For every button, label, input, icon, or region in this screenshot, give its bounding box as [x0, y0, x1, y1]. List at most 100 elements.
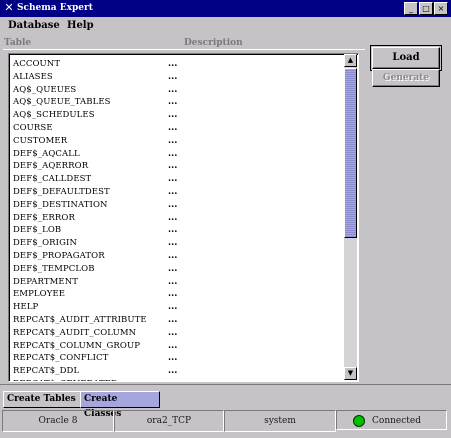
table-name: DEF$_DESTINATION: [13, 199, 108, 210]
table-description: ...: [168, 302, 178, 313]
table-row[interactable]: AQ$_QUEUES...: [9, 84, 343, 97]
table-description: ...: [168, 71, 178, 82]
minimize-button[interactable]: _: [404, 2, 418, 15]
table-row[interactable]: DEF$_PROPAGATOR...: [9, 250, 343, 263]
table-description: ...: [168, 353, 178, 364]
table-description: ...: [168, 263, 178, 274]
table-row[interactable]: HELP...: [9, 301, 343, 314]
table-name: DEF$_CALLDEST: [13, 174, 92, 185]
table-description: ...: [168, 161, 178, 172]
table-name: REPCAT$_AUDIT_ATTRIBUTE: [13, 314, 147, 325]
header-divider: [3, 49, 365, 50]
table-name: CUSTOMER: [13, 135, 68, 146]
table-name: AQ$_QUEUE_TABLES: [13, 97, 111, 108]
load-button[interactable]: Load: [370, 45, 442, 71]
table-row[interactable]: REPCAT$_AUDIT_ATTRIBUTE...: [9, 314, 343, 327]
table-row[interactable]: EMPLOYEE...: [9, 288, 343, 301]
table-description: ...: [168, 59, 178, 69]
table-description: ...: [168, 97, 178, 108]
table-row[interactable]: DEF$_DEFAULTDEST...: [9, 186, 343, 199]
table-row[interactable]: DEPARTMENT...: [9, 276, 343, 289]
table-row[interactable]: AQ$_QUEUE_TABLES...: [9, 96, 343, 109]
table-row[interactable]: REPCAT$_CONFLICT...: [9, 352, 343, 365]
table-row[interactable]: REPCAT$_AUDIT_COLUMN...: [9, 327, 343, 340]
table-description: ...: [168, 199, 178, 210]
table-name: DEF$_AQERROR: [13, 161, 89, 172]
table-name: DEF$_LOB: [13, 225, 62, 236]
table-description: ...: [168, 314, 178, 325]
window-title: Schema Expert: [17, 3, 93, 13]
column-header-table[interactable]: Table: [4, 37, 31, 49]
table-name: REPCAT$_GENERATED: [13, 378, 118, 381]
table-description: ...: [168, 340, 178, 351]
table-name: AQ$_SCHEDULES: [13, 110, 95, 121]
title-bar[interactable]: ✕ Schema Expert _ □ ×: [0, 0, 451, 17]
table-description: ...: [168, 238, 178, 249]
table-row[interactable]: DEF$_AQERROR...: [9, 160, 343, 173]
table-row[interactable]: DEF$_AQCALL...: [9, 148, 343, 161]
tab-create-tables[interactable]: Create Tables: [3, 391, 81, 408]
table-row[interactable]: CUSTOMER...: [9, 135, 343, 148]
table-row[interactable]: DEF$_TEMPCLOB...: [9, 263, 343, 276]
table-description: ...: [168, 174, 178, 185]
table-list-rows: ACCOUNT... ALIASES... AQ$_QUEUES... AQ$_QUE…: [9, 58, 343, 381]
maximize-button[interactable]: □: [419, 2, 433, 15]
table-row[interactable]: COURSE...: [9, 122, 343, 135]
table-name: DEF$_DEFAULTDEST: [13, 186, 110, 197]
close-button[interactable]: ×: [434, 2, 448, 15]
table-description: ...: [168, 250, 178, 261]
x-logo-icon: ✕: [4, 1, 14, 14]
table-name: REPCAT$_CONFLICT: [13, 353, 109, 364]
table-row[interactable]: REPCAT$_GENERATED: [9, 378, 343, 381]
menu-database[interactable]: Database: [8, 19, 60, 33]
table-row[interactable]: ALIASES...: [9, 71, 343, 84]
scroll-up-arrow-icon[interactable]: ▲: [344, 54, 357, 67]
table-row[interactable]: AQ$_SCHEDULES...: [9, 109, 343, 122]
scroll-down-arrow-icon[interactable]: ▼: [344, 367, 357, 380]
status-database: Oracle 8: [2, 410, 114, 432]
table-name: AQ$_QUEUES: [13, 84, 77, 95]
status-user: system: [224, 410, 336, 432]
column-header-description[interactable]: Description: [184, 37, 243, 49]
table-name: HELP: [13, 302, 39, 313]
status-bar: Oracle 8 ora2_TCP system Connected: [2, 410, 449, 434]
table-description: ...: [168, 122, 178, 133]
table-name: DEF$_ERROR: [13, 212, 75, 223]
table-description: ...: [168, 135, 178, 146]
table-row[interactable]: DEF$_DESTINATION...: [9, 199, 343, 212]
table-description: ...: [168, 148, 178, 159]
connection-label: Connected: [372, 416, 421, 426]
table-name: COURSE: [13, 122, 53, 133]
table-name: DEF$_ORIGIN: [13, 238, 77, 249]
menu-help[interactable]: Help: [67, 19, 94, 33]
scrollbar-thumb[interactable]: [344, 68, 357, 238]
table-name: DEPARTMENT: [13, 276, 79, 287]
status-service: ora2_TCP: [114, 410, 224, 432]
tab-separator: [0, 384, 451, 385]
table-description: ...: [168, 84, 178, 95]
table-list[interactable]: ACCOUNT... ALIASES... AQ$_QUEUES... AQ$_QUE…: [8, 53, 359, 382]
connection-indicator-icon: [353, 415, 365, 427]
table-row[interactable]: DEF$_ORIGIN...: [9, 237, 343, 250]
table-row[interactable]: ACCOUNT...: [9, 58, 343, 71]
table-name: DEF$_AQCALL: [13, 148, 80, 159]
table-description: ...: [168, 186, 178, 197]
table-name: DEF$_PROPAGATOR: [13, 250, 105, 261]
table-description: ...: [168, 212, 178, 223]
table-name: REPCAT$_DDL: [13, 366, 80, 377]
table-name: ACCOUNT: [13, 59, 61, 69]
table-row[interactable]: REPCAT$_COLUMN_GROUP...: [9, 340, 343, 353]
table-description: ...: [168, 327, 178, 338]
table-row[interactable]: DEF$_CALLDEST...: [9, 173, 343, 186]
generate-button[interactable]: Generate: [372, 69, 440, 87]
tab-create-classes[interactable]: Create Classes: [80, 391, 160, 419]
table-description: ...: [168, 225, 178, 236]
table-name: REPCAT$_AUDIT_COLUMN: [13, 327, 137, 338]
vertical-scrollbar[interactable]: ▲ ▼: [344, 54, 357, 380]
table-name: REPCAT$_COLUMN_GROUP: [13, 340, 141, 351]
table-name: ALIASES: [13, 71, 53, 82]
table-row[interactable]: DEF$_ERROR...: [9, 212, 343, 225]
table-name: EMPLOYEE: [13, 289, 66, 300]
table-row[interactable]: DEF$_LOB...: [9, 224, 343, 237]
table-row[interactable]: REPCAT$_DDL...: [9, 365, 343, 378]
